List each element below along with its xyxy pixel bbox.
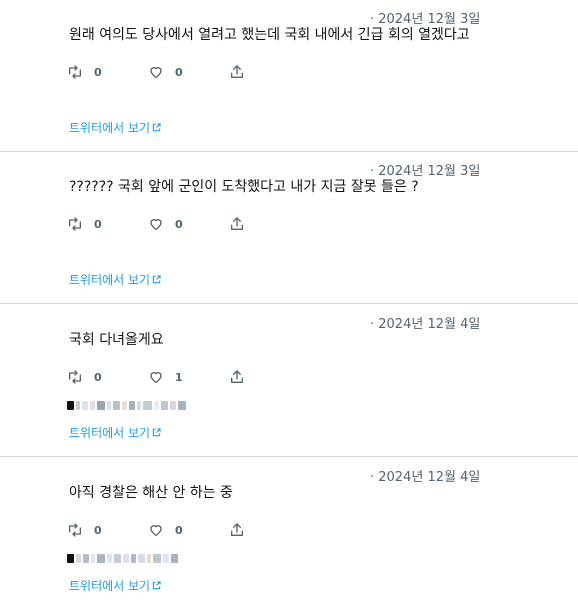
tweet-text: 원래 여의도 당사에서 열려고 했는데 국회 내에서 긴급 회의 열겠다고: [69, 27, 470, 43]
view-on-twitter-label: 트위터에서 보기: [69, 273, 151, 287]
tweet-divider: [0, 456, 578, 457]
share-icon: [231, 217, 243, 230]
tweet-text: 국회 다녀올게요: [69, 332, 164, 348]
heart-icon: [150, 525, 162, 536]
redacted-content: [67, 401, 188, 411]
tweet-card: · 2024년 12월 3일 원래 여의도 당사에서 열려고 했는데 국회 내에…: [0, 0, 578, 152]
view-on-twitter-link[interactable]: 트위터에서 보기: [69, 119, 161, 136]
retweet-count: 0: [94, 523, 102, 537]
share-icon: [231, 523, 243, 536]
heart-icon: [150, 219, 162, 230]
tweet-text: 아직 경찰은 해산 안 하는 중: [69, 485, 233, 501]
like-button[interactable]: 0: [148, 214, 183, 234]
like-button[interactable]: 0: [148, 62, 183, 82]
retweet-count: 0: [94, 65, 102, 79]
tweet-feed: · 2024년 12월 3일 원래 여의도 당사에서 열려고 했는데 국회 내에…: [0, 0, 578, 599]
tweet-divider: [0, 303, 578, 304]
heart-icon: [150, 67, 162, 78]
tweet-card: · 2024년 12월 4일 아직 경찰은 해산 안 하는 중 0 0 트위터에…: [0, 458, 578, 610]
tweet-actions: 0 0: [67, 520, 267, 540]
like-count: 0: [175, 65, 183, 79]
view-on-twitter-label: 트위터에서 보기: [69, 426, 151, 440]
external-link-icon: [152, 123, 161, 132]
like-count: 0: [175, 523, 183, 537]
retweet-button[interactable]: 0: [67, 520, 102, 540]
retweet-button[interactable]: 0: [67, 367, 102, 387]
share-button[interactable]: [229, 520, 245, 540]
retweet-count: 0: [94, 370, 102, 384]
view-on-twitter-label: 트위터에서 보기: [69, 579, 151, 593]
tweet-card: · 2024년 12월 3일 ?????? 국회 앞에 군인이 도착했다고 내가…: [0, 152, 578, 304]
tweet-actions: 0 0: [67, 214, 267, 234]
retweet-count: 0: [94, 217, 102, 231]
like-button[interactable]: 0: [148, 520, 183, 540]
share-button[interactable]: [229, 367, 245, 387]
view-on-twitter-link[interactable]: 트위터에서 보기: [69, 271, 161, 288]
like-count: 1: [175, 370, 183, 384]
external-link-icon: [152, 581, 161, 590]
tweet-actions: 0 1: [67, 367, 267, 387]
retweet-icon: [69, 370, 81, 384]
like-count: 0: [175, 217, 183, 231]
share-icon: [231, 65, 243, 78]
retweet-button[interactable]: 0: [67, 62, 102, 82]
external-link-icon: [152, 275, 161, 284]
tweet-actions: 0 0: [67, 62, 267, 82]
retweet-icon: [69, 65, 81, 79]
view-on-twitter-link[interactable]: 트위터에서 보기: [69, 577, 161, 594]
view-on-twitter-link[interactable]: 트위터에서 보기: [69, 424, 161, 441]
retweet-icon: [69, 217, 81, 231]
share-button[interactable]: [229, 214, 245, 234]
tweet-date[interactable]: · 2024년 12월 4일: [370, 313, 480, 332]
external-link-icon: [152, 428, 161, 437]
share-button[interactable]: [229, 62, 245, 82]
tweet-text: ?????? 국회 앞에 군인이 도착했다고 내가 지금 잘못 들은 ?: [69, 179, 419, 195]
like-button[interactable]: 1: [148, 367, 183, 387]
tweet-date[interactable]: · 2024년 12월 4일: [370, 466, 480, 485]
redacted-content: [67, 554, 180, 564]
share-icon: [231, 370, 243, 383]
heart-icon: [150, 372, 162, 383]
tweet-card: · 2024년 12월 4일 국회 다녀올게요 0 1 트위터에서 보기: [0, 305, 578, 457]
view-on-twitter-label: 트위터에서 보기: [69, 121, 151, 135]
retweet-icon: [69, 523, 81, 537]
retweet-button[interactable]: 0: [67, 214, 102, 234]
